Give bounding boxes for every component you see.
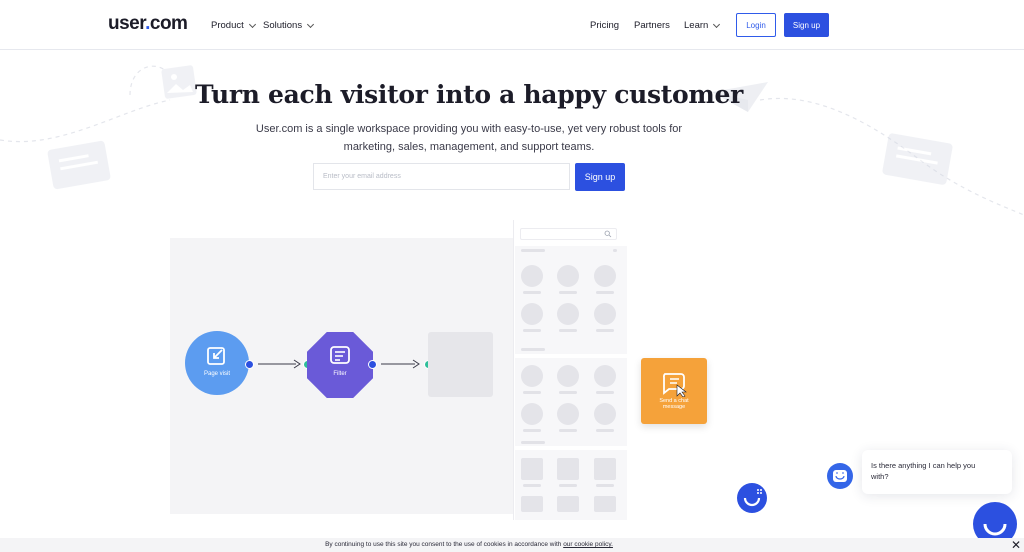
section-heading-placeholder bbox=[521, 249, 545, 252]
chevron-down-icon bbox=[713, 20, 721, 28]
hero-signup-button[interactable]: Sign up bbox=[575, 163, 625, 191]
node-option-label-placeholder bbox=[596, 291, 614, 294]
node-option-label-placeholder bbox=[596, 484, 614, 487]
node-option-placeholder[interactable] bbox=[594, 496, 616, 512]
section-heading-placeholder bbox=[521, 348, 545, 351]
node-option-placeholder[interactable] bbox=[521, 403, 543, 425]
bot-smile-icon bbox=[743, 489, 762, 507]
node-option-placeholder[interactable] bbox=[521, 458, 543, 480]
nav-pricing[interactable]: Pricing bbox=[590, 20, 619, 31]
chevron-down-icon bbox=[248, 20, 256, 28]
hero-title: Turn each visitor into a happy customer bbox=[194, 80, 744, 109]
chat-message-icon bbox=[663, 373, 687, 397]
nav-product-label: Product bbox=[211, 20, 244, 31]
send-chat-message-label: Send a chat message bbox=[641, 398, 707, 410]
node-option-label-placeholder bbox=[559, 329, 577, 332]
node-option-label-placeholder bbox=[559, 429, 577, 432]
nav-pricing-label: Pricing bbox=[590, 20, 620, 31]
nav-solutions-label: Solutions bbox=[263, 20, 303, 31]
node-option-placeholder[interactable] bbox=[594, 265, 616, 287]
node-option-label-placeholder bbox=[523, 429, 541, 432]
node-option-label-placeholder bbox=[523, 329, 541, 332]
chevron-down-icon bbox=[307, 20, 315, 28]
card-icon bbox=[47, 140, 111, 190]
node-option-placeholder[interactable] bbox=[594, 403, 616, 425]
login-button[interactable]: Login bbox=[736, 13, 776, 37]
nav-partners[interactable]: Partners bbox=[634, 20, 670, 31]
message-card-icon bbox=[882, 133, 953, 185]
node-option-label-placeholder bbox=[596, 429, 614, 432]
nav-learn-label: Learn bbox=[684, 20, 709, 31]
node-option-label-placeholder bbox=[559, 484, 577, 487]
page-visit-label: Page visit bbox=[203, 371, 230, 377]
close-icon[interactable]: ✕ bbox=[1011, 538, 1021, 552]
node-option-placeholder[interactable] bbox=[557, 403, 579, 425]
nav-solutions[interactable]: Solutions bbox=[263, 20, 315, 31]
search-icon bbox=[604, 230, 612, 238]
cookie-consent-text: By continuing to use this site you conse… bbox=[0, 541, 938, 548]
node-option-label-placeholder bbox=[523, 484, 541, 487]
node-option-placeholder[interactable] bbox=[521, 265, 543, 287]
cookie-message: By continuing to use this site you conse… bbox=[325, 541, 564, 548]
top-navigation: user.com Product Solutions Pricing Partn… bbox=[0, 0, 1024, 50]
node-option-label-placeholder bbox=[523, 391, 541, 394]
node-option-placeholder[interactable] bbox=[521, 365, 543, 387]
chat-greeting-text: Is there anything I can help you with? bbox=[871, 460, 1001, 482]
node-option-label-placeholder bbox=[559, 391, 577, 394]
chevron-up-icon bbox=[613, 249, 617, 252]
hero-subtitle: User.com is a single workspace providing… bbox=[230, 120, 708, 156]
nav-learn[interactable]: Learn bbox=[684, 20, 721, 31]
node-option-placeholder[interactable] bbox=[557, 365, 579, 387]
cookie-policy-link[interactable]: our cookie policy. bbox=[563, 541, 613, 548]
node-option-placeholder[interactable] bbox=[594, 303, 616, 325]
hero-subtitle-line: marketing, sales, management, and suppor… bbox=[343, 141, 595, 153]
output-port[interactable] bbox=[245, 360, 254, 369]
page-visit-icon bbox=[207, 347, 225, 365]
output-port[interactable] bbox=[368, 360, 377, 369]
empty-node-slot[interactable] bbox=[428, 332, 493, 397]
filter-label: Filter bbox=[333, 371, 347, 377]
node-option-placeholder[interactable] bbox=[594, 458, 616, 480]
email-input[interactable]: Enter your email address bbox=[313, 163, 570, 190]
email-placeholder: Enter your email address bbox=[323, 173, 401, 180]
node-option-label-placeholder bbox=[523, 291, 541, 294]
node-option-label-placeholder bbox=[596, 391, 614, 394]
nav-partners-label: Partners bbox=[634, 20, 670, 31]
card-label-line: message bbox=[662, 404, 686, 410]
section-heading-placeholder bbox=[521, 441, 545, 444]
panel-section bbox=[515, 246, 627, 354]
chat-greeting-line: with? bbox=[871, 472, 889, 481]
node-option-label-placeholder bbox=[596, 329, 614, 332]
chat-face-icon bbox=[833, 470, 847, 482]
hero-subtitle-line: User.com is a single workspace providing… bbox=[255, 123, 683, 135]
connector-arrow bbox=[381, 359, 420, 369]
connector-arrow bbox=[258, 359, 301, 369]
node-option-placeholder[interactable] bbox=[557, 303, 579, 325]
nav-product[interactable]: Product bbox=[211, 20, 256, 31]
node-option-label-placeholder bbox=[559, 291, 577, 294]
node-option-placeholder[interactable] bbox=[521, 303, 543, 325]
panel-search-input[interactable] bbox=[520, 228, 617, 240]
chat-greeting-line: Is there anything I can help you bbox=[871, 461, 976, 470]
logo[interactable]: user.com bbox=[108, 13, 188, 35]
filter-icon bbox=[330, 346, 350, 364]
signup-button[interactable]: Sign up bbox=[784, 13, 829, 37]
node-option-placeholder[interactable] bbox=[557, 496, 579, 512]
node-option-placeholder[interactable] bbox=[594, 365, 616, 387]
node-option-placeholder[interactable] bbox=[521, 496, 543, 512]
node-option-placeholder[interactable] bbox=[557, 458, 579, 480]
node-option-placeholder[interactable] bbox=[557, 265, 579, 287]
